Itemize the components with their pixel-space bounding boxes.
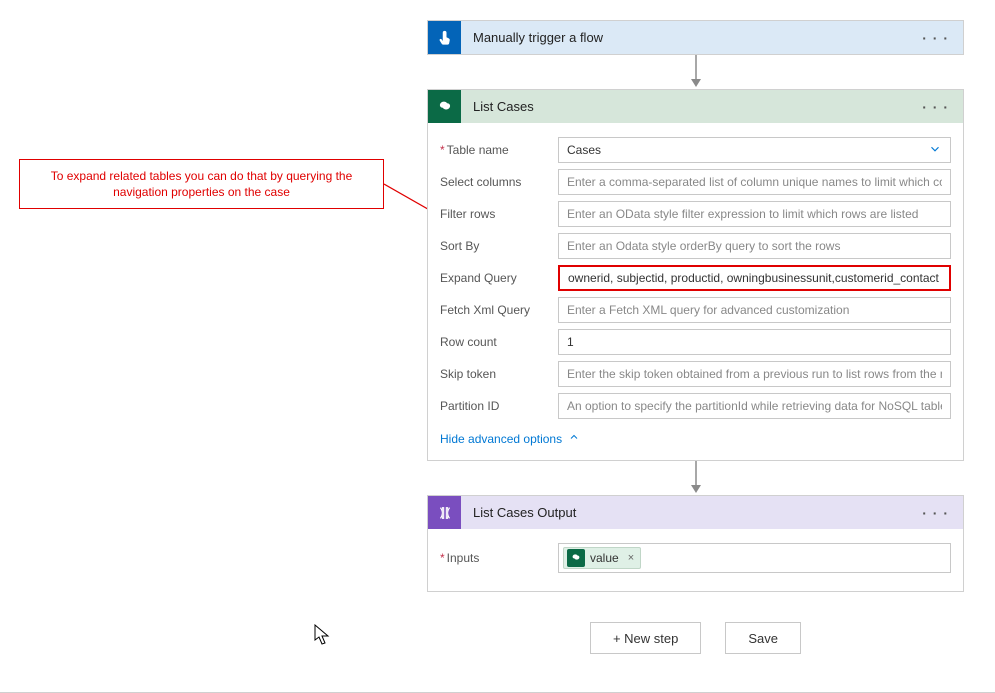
remove-token-button[interactable]: × [628, 552, 634, 564]
expand-query-input[interactable] [558, 265, 951, 291]
annotation-callout: To expand related tables you can do that… [19, 159, 384, 209]
partition-id-label: Partition ID [440, 399, 558, 413]
partition-id-input[interactable] [558, 393, 951, 419]
hide-advanced-options-link[interactable]: Hide advanced options [440, 425, 580, 448]
skip-token-input[interactable] [558, 361, 951, 387]
dataverse-icon [428, 90, 461, 123]
fetch-xml-label: Fetch Xml Query [440, 303, 558, 317]
value-token[interactable]: value × [563, 547, 641, 569]
output-header[interactable]: List Cases Output · · · [428, 496, 963, 529]
row-count-input[interactable] [558, 329, 951, 355]
output-menu-button[interactable]: · · · [918, 505, 953, 521]
chevron-down-icon [928, 142, 942, 159]
list-cases-menu-button[interactable]: · · · [918, 99, 953, 115]
trigger-card[interactable]: Manually trigger a flow · · · [427, 20, 964, 55]
skip-token-label: Skip token [440, 367, 558, 381]
list-cases-output-card: List Cases Output · · · *Inputs value [427, 495, 964, 592]
list-cases-card: List Cases · · · *Table name Cases [427, 89, 964, 461]
flow-connector [427, 55, 964, 89]
sort-by-input[interactable] [558, 233, 951, 259]
touch-icon [428, 21, 461, 54]
select-columns-label: Select columns [440, 175, 558, 189]
flow-connector [427, 461, 964, 495]
fetch-xml-input[interactable] [558, 297, 951, 323]
new-step-button[interactable]: + New step [590, 622, 701, 654]
filter-rows-input[interactable] [558, 201, 951, 227]
inputs-label: *Inputs [440, 551, 558, 565]
mouse-cursor-icon [314, 624, 332, 646]
chevron-up-icon [568, 431, 580, 446]
sort-by-label: Sort By [440, 239, 558, 253]
row-count-label: Row count [440, 335, 558, 349]
list-cases-title: List Cases [461, 99, 918, 114]
table-name-select[interactable]: Cases [558, 137, 951, 163]
filter-rows-label: Filter rows [440, 207, 558, 221]
save-button[interactable]: Save [725, 622, 801, 654]
table-name-label: *Table name [440, 143, 558, 157]
inputs-field[interactable]: value × [558, 543, 951, 573]
output-title: List Cases Output [461, 505, 918, 520]
select-columns-input[interactable] [558, 169, 951, 195]
data-operation-icon [428, 496, 461, 529]
list-cases-header[interactable]: List Cases · · · [428, 90, 963, 123]
trigger-title: Manually trigger a flow [461, 30, 918, 45]
trigger-menu-button[interactable]: · · · [918, 30, 953, 46]
dataverse-icon [567, 549, 585, 567]
expand-query-label: Expand Query [440, 271, 558, 285]
